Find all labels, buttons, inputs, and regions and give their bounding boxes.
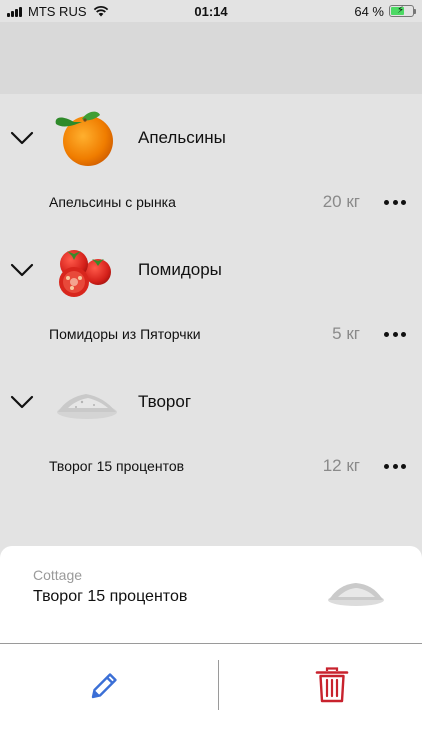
- actions-separator: [218, 660, 219, 710]
- orange-image: [55, 111, 113, 166]
- group-header-oranges[interactable]: Апельсины: [0, 94, 422, 184]
- cottage-cheese-image: [328, 583, 384, 606]
- trash-icon: [315, 667, 349, 703]
- status-right: 64 % ⚡: [354, 3, 416, 19]
- item-name: Помидоры из Пяторчки: [49, 326, 201, 342]
- cottage-cheese-image: [57, 394, 117, 419]
- battery-percent: 64 %: [354, 3, 384, 19]
- edit-button[interactable]: [82, 666, 126, 706]
- list-item[interactable]: Творог 15 процентов 12 кг: [0, 448, 422, 490]
- group-title: Апельсины: [138, 128, 226, 147]
- navigation-bar: [0, 22, 422, 94]
- tomato-image: [59, 250, 111, 297]
- item-quantity: 5 кг: [332, 324, 360, 343]
- carrier-label: MTS RUS: [28, 3, 87, 19]
- group-header-tomatoes[interactable]: Помидоры: [0, 226, 422, 316]
- chevron-down-icon[interactable]: [10, 262, 34, 278]
- group-title: Творог: [138, 392, 192, 411]
- item-quantity: 12 кг: [322, 456, 360, 475]
- wifi-icon: [93, 5, 108, 17]
- battery-icon: ⚡: [389, 5, 416, 17]
- group-header-cottage-cheese[interactable]: Творог: [0, 358, 422, 448]
- product-detail-sheet: Cottage Творог 15 процентов: [0, 546, 422, 750]
- signal-icon: [7, 6, 22, 17]
- group-title: Помидоры: [138, 260, 222, 279]
- item-name: Творог 15 процентов: [49, 458, 185, 474]
- list-item[interactable]: Помидоры из Пяторчки 5 кг: [0, 316, 422, 358]
- status-left: MTS RUS: [7, 4, 109, 19]
- product-category: Cottage: [33, 567, 83, 583]
- more-icon[interactable]: [384, 324, 406, 344]
- list-item[interactable]: Апельсины с рынка 20 кг: [0, 184, 422, 226]
- chevron-down-icon[interactable]: [10, 130, 34, 146]
- sheet-divider: [0, 643, 422, 644]
- delete-button[interactable]: [310, 664, 354, 706]
- chevron-down-icon[interactable]: [10, 394, 34, 410]
- more-icon[interactable]: [384, 456, 406, 476]
- more-icon[interactable]: [384, 192, 406, 212]
- pencil-icon: [91, 673, 117, 699]
- item-name: Апельсины с рынка: [49, 194, 176, 210]
- product-list: Апельсины Апельсины с рынка 20 кг Помидо…: [0, 94, 422, 490]
- status-bar: MTS RUS 01:14 64 % ⚡: [0, 0, 422, 22]
- product-name: Творог 15 процентов: [33, 588, 188, 605]
- item-quantity: 20 кг: [322, 192, 360, 211]
